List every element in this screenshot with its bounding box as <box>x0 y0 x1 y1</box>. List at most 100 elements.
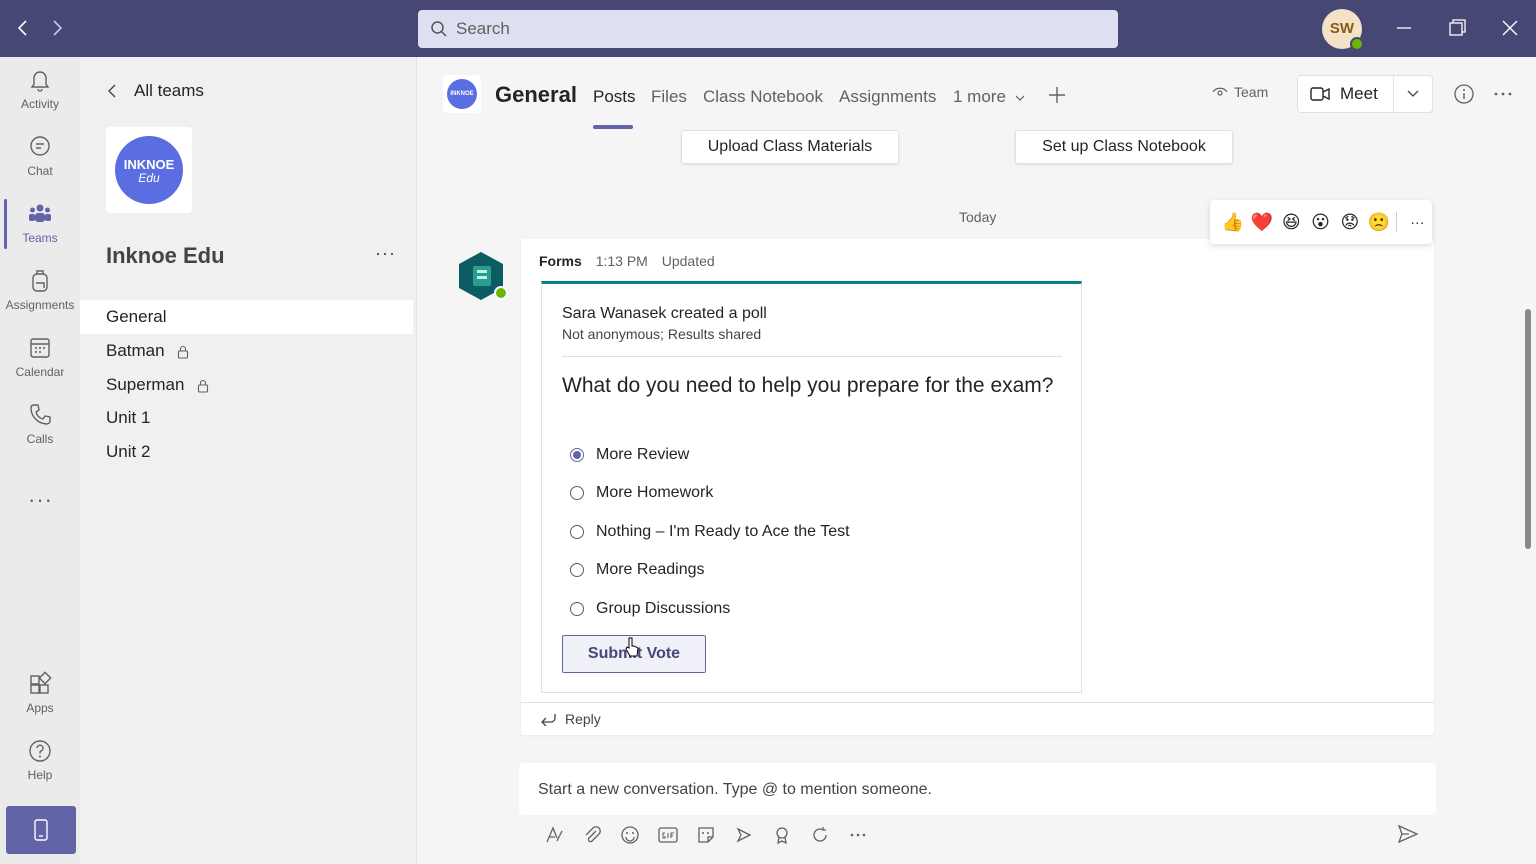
channel-unit-1[interactable]: Unit 1 <box>80 401 413 435</box>
channel-unit-2[interactable]: Unit 2 <box>80 435 413 469</box>
channel-main: INKNOE General Posts Files Class Noteboo… <box>416 57 1536 864</box>
avatar-initials: SW <box>1329 20 1355 37</box>
format-icon[interactable] <box>535 821 573 849</box>
back-arrow-icon[interactable] <box>12 17 34 39</box>
search-input[interactable] <box>456 19 1056 39</box>
channel-label: Unit 1 <box>106 408 151 427</box>
backpack-icon <box>32 270 48 292</box>
loop-icon[interactable] <box>801 821 839 849</box>
channel-label: Unit 2 <box>106 442 151 461</box>
search-box[interactable] <box>418 10 1118 48</box>
team-logo-circle: INKNOE Edu <box>115 136 183 204</box>
mobile-phone-icon <box>34 819 48 841</box>
channel-general[interactable]: General <box>80 300 413 334</box>
poll-option[interactable]: Group Discussions <box>570 600 730 618</box>
rail-apps[interactable]: Apps <box>0 661 80 723</box>
poll-option[interactable]: More Review <box>570 446 689 464</box>
message-status: Updated <box>661 253 715 269</box>
forward-arrow-icon[interactable] <box>46 17 68 39</box>
rail-assignments[interactable]: Assignments <box>0 258 80 320</box>
rail-label: Chat <box>27 164 53 178</box>
rail-label: Calls <box>26 432 54 446</box>
tab-posts[interactable]: Posts <box>593 87 636 107</box>
rail-label: Apps <box>26 701 54 715</box>
channel-batman[interactable]: Batman <box>80 334 413 368</box>
sad-reaction-icon[interactable]: 😟 <box>1335 212 1364 233</box>
rail-label: Help <box>27 768 53 782</box>
radio-button-checked[interactable] <box>570 448 584 462</box>
channel-header: INKNOE General Posts Files Class Noteboo… <box>417 57 1536 129</box>
active-tab-indicator <box>593 125 633 129</box>
chevron-down-icon <box>1407 90 1419 97</box>
poll-card: Sara Wanasek created a poll Not anonymou… <box>541 281 1082 693</box>
more-options-icon[interactable] <box>1493 83 1513 105</box>
team-visibility-badge: Team <box>1212 84 1268 100</box>
poll-option[interactable]: Nothing – I'm Ready to Ace the Test <box>570 523 850 541</box>
radio-button[interactable] <box>570 563 584 577</box>
all-teams-link[interactable]: All teams <box>106 81 204 101</box>
poll-option[interactable]: More Homework <box>570 484 713 502</box>
radio-button[interactable] <box>570 602 584 616</box>
like-reaction-icon[interactable]: 👍 <box>1218 212 1247 233</box>
reply-arrow-icon <box>541 714 556 726</box>
radio-button[interactable] <box>570 486 584 500</box>
radio-button[interactable] <box>570 525 584 539</box>
tab-assignments[interactable]: Assignments <box>839 87 936 107</box>
minimize-icon[interactable] <box>1392 16 1416 40</box>
rail-more-icon[interactable]: ··· <box>28 487 53 513</box>
heart-reaction-icon[interactable]: ❤️ <box>1247 212 1276 233</box>
poll-option-label: More Readings <box>596 561 705 578</box>
chevron-down-icon <box>1015 95 1025 101</box>
emoji-icon[interactable] <box>611 821 649 849</box>
sticker-icon[interactable] <box>687 821 725 849</box>
rail-calls[interactable]: Calls <box>0 392 80 454</box>
all-teams-label: All teams <box>134 81 204 100</box>
rail-chat[interactable]: Chat <box>0 124 80 186</box>
surprised-reaction-icon[interactable]: 😮 <box>1306 212 1335 233</box>
team-more-icon[interactable]: ··· <box>375 243 396 264</box>
gif-icon[interactable] <box>649 821 687 849</box>
setup-class-notebook-button[interactable]: Set up Class Notebook <box>1015 130 1233 164</box>
upload-class-materials-button[interactable]: Upload Class Materials <box>681 130 899 164</box>
poll-option[interactable]: More Readings <box>570 561 705 579</box>
rail-label: Calendar <box>15 365 65 379</box>
praise-icon[interactable] <box>763 821 801 849</box>
close-icon[interactable] <box>1498 16 1522 40</box>
scrollbar-thumb[interactable] <box>1525 309 1531 549</box>
search-icon <box>431 21 447 37</box>
more-compose-options-icon[interactable] <box>839 821 877 849</box>
rail-teams[interactable]: Teams <box>0 191 80 253</box>
tab-class-notebook[interactable]: Class Notebook <box>703 87 823 107</box>
angry-reaction-icon[interactable]: 🙁 <box>1364 212 1393 233</box>
meet-dropdown-button[interactable] <box>1393 75 1433 113</box>
send-icon[interactable] <box>1397 823 1419 845</box>
poll-option-label: Group Discussions <box>596 600 731 617</box>
user-avatar[interactable]: SW <box>1322 9 1364 51</box>
meet-label: Meet <box>1340 84 1378 103</box>
rail-help[interactable]: Help <box>0 728 80 790</box>
title-bar: SW <box>0 0 1536 57</box>
forms-bot-avatar <box>457 252 508 300</box>
card-divider <box>562 356 1062 357</box>
tab-files[interactable]: Files <box>651 87 687 107</box>
more-actions-icon[interactable]: ··· <box>1403 214 1432 230</box>
bell-icon <box>30 71 50 92</box>
meet-now-icon[interactable] <box>725 821 763 849</box>
new-conversation-input[interactable]: Start a new conversation. Type @ to ment… <box>519 763 1436 815</box>
info-icon[interactable] <box>1453 83 1475 105</box>
mouse-cursor-icon <box>625 637 639 657</box>
rail-calendar[interactable]: Calendar <box>0 325 80 387</box>
add-tab-icon[interactable] <box>1047 85 1067 105</box>
team-logo: INKNOE Edu <box>106 127 192 213</box>
presence-available-icon <box>1350 37 1364 51</box>
mobile-download-button[interactable] <box>6 806 76 854</box>
tab-more[interactable]: 1 more <box>953 87 1025 107</box>
rail-activity[interactable]: Activity <box>0 57 80 119</box>
chat-icon <box>30 136 50 156</box>
reply-button[interactable]: Reply <box>521 702 1434 735</box>
restore-icon[interactable] <box>1445 16 1469 40</box>
channel-superman[interactable]: Superman <box>80 368 413 402</box>
attach-icon[interactable] <box>573 821 611 849</box>
tab-more-label: 1 more <box>953 87 1006 106</box>
laugh-reaction-icon[interactable]: 😆 <box>1277 212 1306 233</box>
